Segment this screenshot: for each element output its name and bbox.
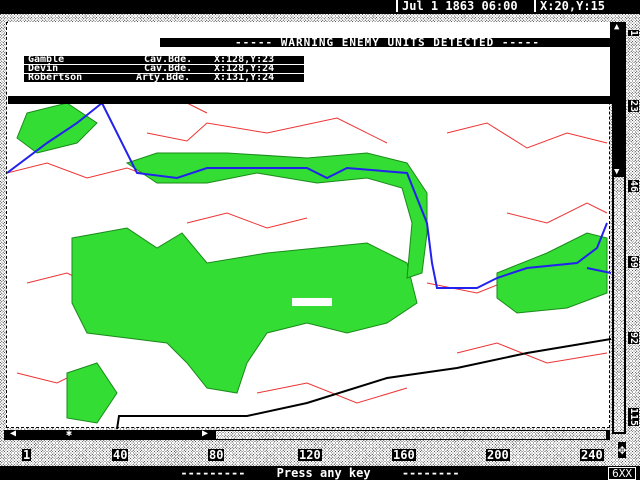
status-dashes-right: -------- — [401, 466, 460, 480]
x-axis-label: 120 — [298, 448, 322, 462]
scroll-up-icon[interactable]: ▲ — [614, 22, 619, 32]
x-axis-label: 80 — [208, 448, 225, 462]
game-date: Jul 1 1863 06:00 — [396, 0, 522, 12]
scroll-position-marker-icon[interactable]: ✱ — [66, 428, 72, 439]
town — [292, 298, 332, 306]
horizontal-scrollbar[interactable]: ◀ ✱ ▶ — [4, 428, 610, 440]
cursor-coordinates: X:20,Y:15 — [534, 0, 609, 12]
vertical-scrollbar[interactable]: ▲ ▼ — [612, 22, 626, 434]
unit-location: X:131,Y:24 — [214, 72, 275, 83]
scroll-down-icon[interactable]: ▼ — [614, 167, 619, 177]
scroll-right-icon[interactable]: ▶ — [202, 428, 208, 439]
scroll-left-icon[interactable]: ◀ — [10, 428, 16, 439]
x-axis-label: 200 — [486, 448, 510, 462]
y-axis-label: 115 — [628, 408, 639, 427]
x-axis-label: 160 — [392, 448, 416, 462]
status-message: Press any key — [276, 466, 371, 480]
scroll-track[interactable] — [216, 431, 606, 439]
x-axis-label: 1 — [22, 448, 32, 462]
y-axis-label: 1 — [628, 30, 639, 37]
warning-dialog: ----- WARNING ENEMY UNITS DETECTED -----… — [8, 22, 616, 104]
unit-type: Arty.Bde. — [136, 72, 191, 83]
scroll-track[interactable] — [614, 177, 624, 432]
forest-areas — [16, 102, 608, 424]
status-dashes-left: --------- — [180, 466, 246, 480]
unit-name: Robertson — [28, 72, 83, 83]
y-axis-label: 23 — [628, 100, 639, 113]
y-axis-label: 92 — [628, 332, 639, 345]
warning-title: ----- WARNING ENEMY UNITS DETECTED ----- — [160, 37, 615, 48]
move-cursor-icon[interactable]: ✥ — [618, 442, 627, 458]
y-axis-label: 69 — [628, 256, 639, 269]
y-axis-label: 46 — [628, 180, 639, 193]
top-bar: Jul 1 1863 06:00 X:20,Y:15 — [0, 0, 640, 14]
status-bar: --------- Press any key -------- — [0, 466, 640, 480]
enemy-unit-row: Robertson Arty.Bde. X:131,Y:24 — [24, 72, 304, 83]
x-axis-label: 40 — [112, 448, 129, 462]
x-axis-label: 240 — [580, 448, 604, 462]
mode-indicator: 6XX — [608, 467, 636, 480]
